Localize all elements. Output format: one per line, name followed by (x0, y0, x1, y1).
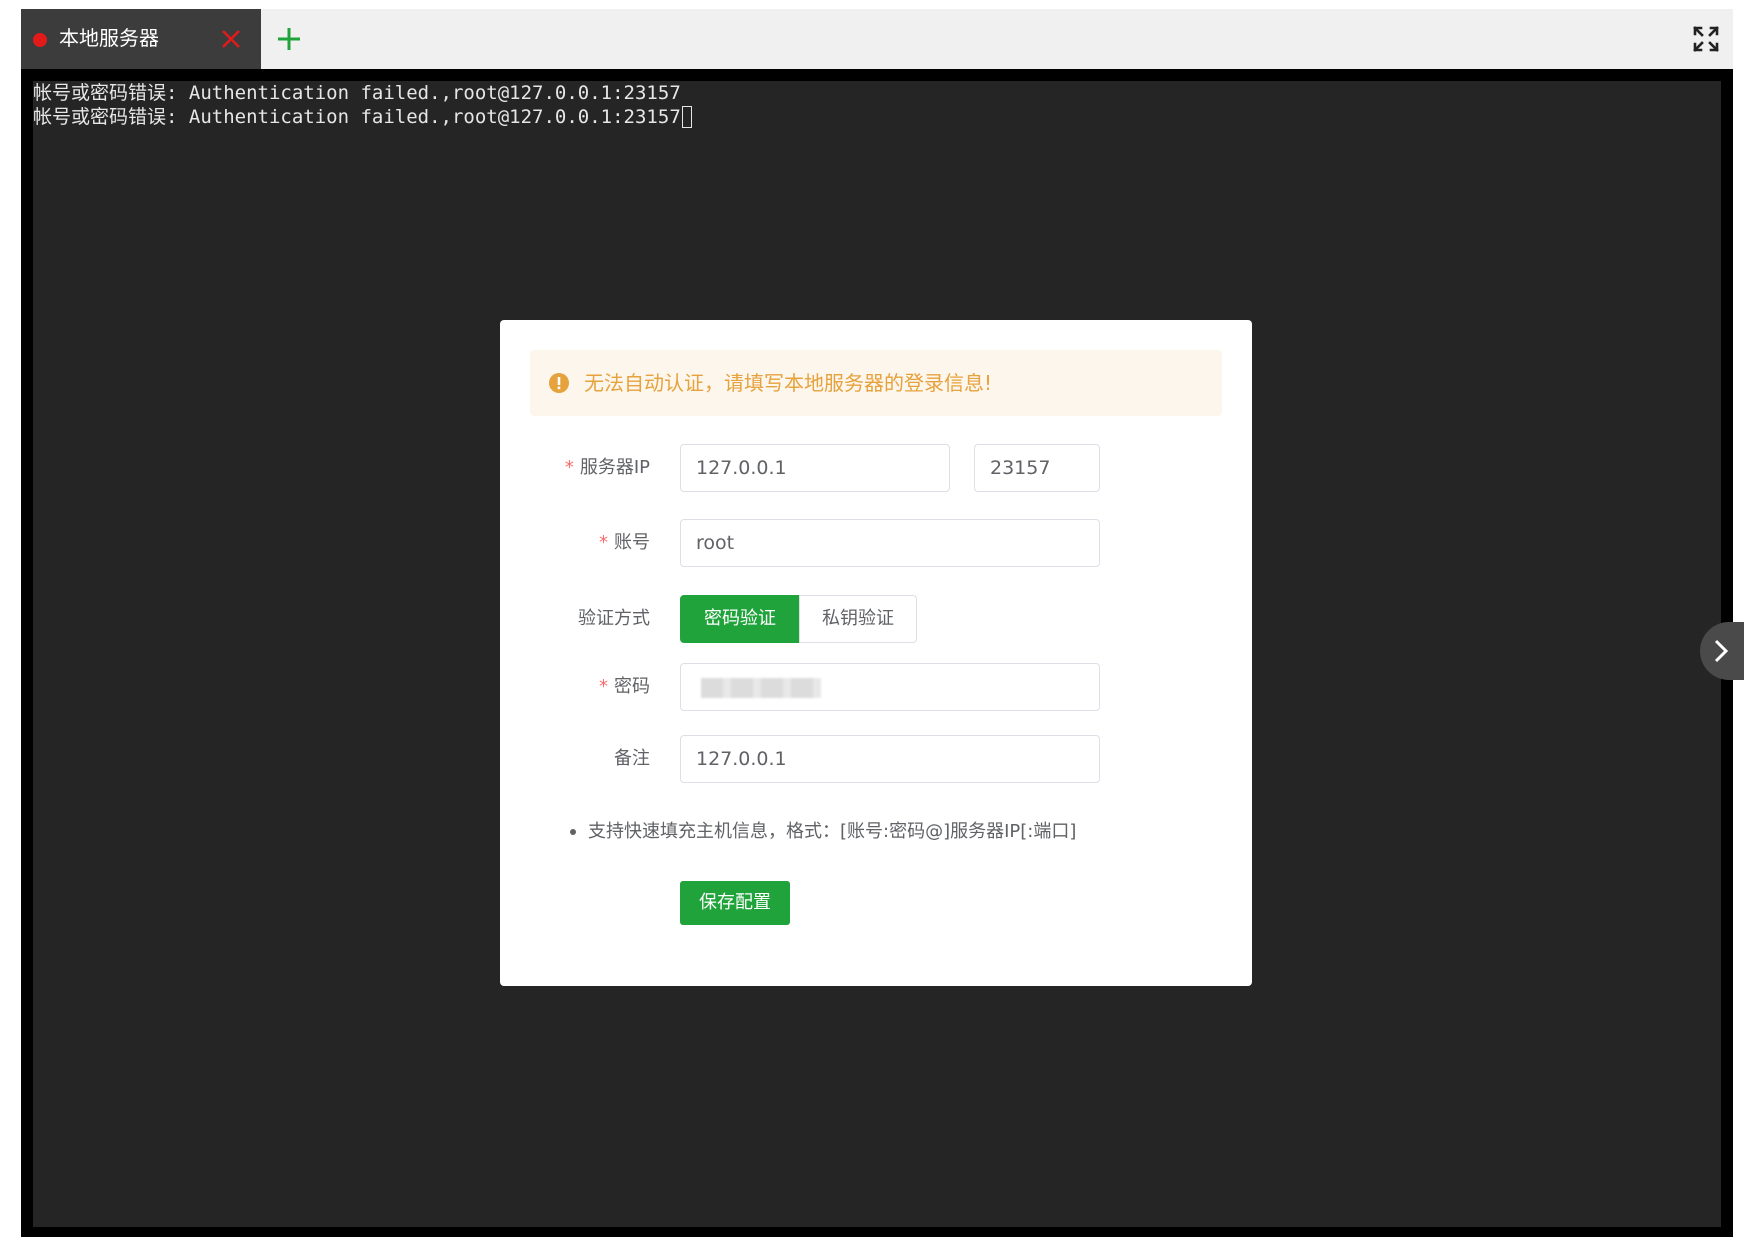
terminal-line-last: 帐号或密码错误: Authentication failed.,root@127… (33, 105, 692, 129)
warning-icon (549, 373, 569, 393)
warning-alert: 无法自动认证，请填写本地服务器的登录信息! (530, 350, 1222, 416)
tab-local-server[interactable]: 本地服务器 (21, 9, 261, 69)
account-input[interactable]: root (680, 519, 1100, 567)
auth-method-label: 验证方式 (578, 608, 650, 629)
remark-input[interactable]: 127.0.0.1 (680, 735, 1100, 783)
plus-icon[interactable] (273, 23, 305, 55)
required-mark: * (599, 676, 608, 697)
private-key-auth-option[interactable]: 私钥验证 (799, 595, 917, 643)
password-label-text: 密码 (614, 676, 650, 697)
required-mark: * (564, 457, 574, 478)
remark-label: 备注 (614, 748, 650, 769)
quick-fill-tip: 支持快速填充主机信息，格式：[账号:密码@]服务器IP[:端口] (570, 820, 1076, 844)
chevron-right-icon (1714, 639, 1729, 663)
port-input[interactable]: 23157 (974, 444, 1100, 492)
password-label: * 密码 (500, 675, 650, 699)
fullscreen-icon[interactable] (1693, 26, 1719, 52)
required-mark: * (599, 532, 608, 553)
account-label-text: 账号 (614, 532, 650, 553)
side-panel-toggle[interactable] (1700, 622, 1744, 680)
terminal-line: 帐号或密码错误: Authentication failed.,root@127… (33, 82, 681, 104)
terminal-cursor (681, 106, 692, 128)
save-config-button[interactable]: 保存配置 (680, 881, 790, 925)
tab-bar: 本地服务器 (21, 9, 1733, 69)
server-ip-label-text: 服务器IP (579, 457, 650, 478)
server-ip-label: * 服务器IP (500, 456, 650, 480)
password-input[interactable] (680, 663, 1100, 711)
server-ip-input[interactable]: 127.0.0.1 (680, 444, 950, 492)
connection-status-dot (33, 33, 47, 47)
account-label: * 账号 (500, 531, 650, 555)
bullet-icon (570, 829, 576, 835)
password-auth-option[interactable]: 密码验证 (680, 595, 800, 643)
alert-message: 无法自动认证，请填写本地服务器的登录信息! (584, 371, 993, 395)
login-dialog: 无法自动认证，请填写本地服务器的登录信息! * 服务器IP 127.0.0.1 2… (500, 320, 1252, 986)
close-icon[interactable] (217, 25, 245, 53)
quick-fill-tip-text: 支持快速填充主机信息，格式：[账号:密码@]服务器IP[:端口] (588, 821, 1077, 842)
masked-password (701, 678, 821, 698)
tab-label: 本地服务器 (59, 26, 159, 50)
terminal-line-text: 帐号或密码错误: Authentication failed.,root@127… (33, 106, 681, 128)
